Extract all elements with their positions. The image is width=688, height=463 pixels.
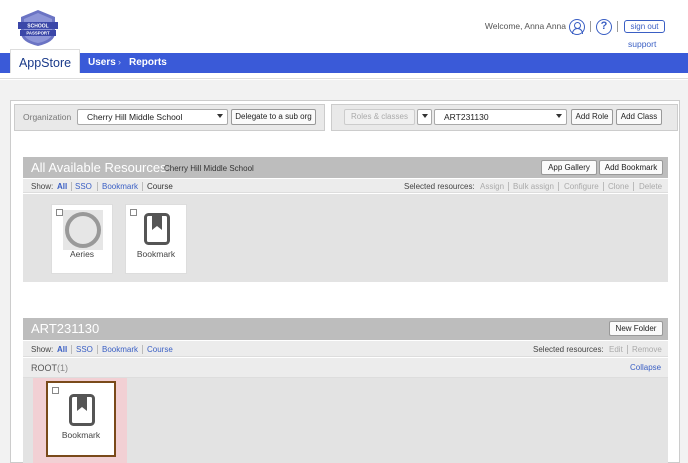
organization-label: Organization	[23, 112, 72, 122]
resource-tile-bookmark[interactable]: Bookmark	[125, 204, 187, 274]
chevron-down-icon	[422, 114, 428, 118]
configure-action[interactable]: Configure	[564, 182, 599, 191]
nav-reports[interactable]: Reports	[129, 57, 167, 68]
welcome-text: Welcome, Anna Anna	[484, 21, 566, 31]
filter-course[interactable]: Course	[147, 345, 173, 354]
logo-text-top: SCHOOL	[27, 24, 48, 30]
filter-divider	[142, 182, 143, 191]
add-class-button[interactable]: Add Class	[616, 109, 662, 125]
root-folder-label: ROOT	[31, 363, 57, 373]
available-resources-org: Cherry Hill Middle School	[164, 164, 254, 173]
delegate-sub-org-button[interactable]: Delegate to a sub org	[231, 109, 316, 125]
filter-divider	[71, 182, 72, 191]
show-label: Show:	[31, 182, 54, 191]
header-separator	[617, 21, 618, 32]
clone-action[interactable]: Clone	[608, 182, 629, 191]
filter-bookmark[interactable]: Bookmark	[102, 345, 138, 354]
show-label: Show:	[31, 345, 54, 354]
available-resources-body	[23, 194, 668, 282]
nav-users[interactable]: Users	[88, 57, 116, 68]
action-divider	[627, 345, 628, 354]
root-folder-count: (1)	[57, 363, 68, 373]
support-link[interactable]: support	[628, 39, 656, 49]
user-profile-icon[interactable]	[569, 19, 585, 35]
tile-checkbox[interactable]	[52, 387, 59, 394]
class-select[interactable]: ART231130	[434, 109, 567, 125]
class-section-header	[23, 318, 668, 340]
available-resources-title: All Available Resources	[31, 160, 167, 175]
filter-bookmark[interactable]: Bookmark	[102, 182, 138, 191]
help-icon[interactable]: ?	[596, 19, 612, 35]
selected-resources-label: Selected resources:	[404, 182, 475, 191]
add-role-button[interactable]: Add Role	[571, 109, 613, 125]
delete-action[interactable]: Delete	[639, 182, 662, 191]
roles-dropdown-toggle[interactable]	[417, 109, 432, 125]
bulk-assign-action[interactable]: Bulk assign	[513, 182, 554, 191]
resource-tile-aeries[interactable]: Aeries	[51, 204, 113, 274]
app-gallery-button[interactable]: App Gallery	[541, 160, 597, 175]
resource-tile-bookmark[interactable]: Bookmark	[46, 381, 116, 457]
filter-sso[interactable]: SSO	[76, 345, 93, 354]
tile-checkbox[interactable]	[130, 209, 137, 216]
chevron-down-icon	[556, 114, 562, 118]
root-folder-bar[interactable]	[23, 358, 668, 378]
tile-label: Aeries	[69, 249, 95, 259]
tile-checkbox[interactable]	[56, 209, 63, 216]
assign-action[interactable]: Assign	[480, 182, 504, 191]
action-divider	[633, 182, 634, 191]
sign-out-button[interactable]: sign out	[624, 20, 665, 33]
remove-action[interactable]: Remove	[632, 345, 662, 354]
filter-course[interactable]: Course	[147, 182, 173, 191]
ring-icon	[63, 210, 103, 250]
edit-action[interactable]: Edit	[609, 345, 623, 354]
add-bookmark-button[interactable]: Add Bookmark	[599, 160, 663, 175]
logo-text-bottom: PASSPORT	[26, 31, 50, 36]
school-passport-logo[interactable]: SCHOOL PASSPORT	[18, 9, 58, 47]
bookmark-icon	[144, 213, 170, 245]
filter-divider	[97, 182, 98, 191]
filter-divider	[71, 345, 72, 354]
class-section-title: ART231130	[31, 321, 100, 336]
filter-all[interactable]: All	[57, 345, 67, 354]
action-divider	[558, 182, 559, 191]
collapse-link[interactable]: Collapse	[630, 363, 661, 372]
organization-select-value: Cherry Hill Middle School	[87, 112, 183, 122]
nav-underline	[0, 73, 688, 79]
tab-appstore[interactable]: AppStore	[10, 49, 80, 75]
selected-resources-label: Selected resources:	[533, 345, 604, 354]
new-folder-button[interactable]: New Folder	[609, 321, 663, 336]
chevron-down-icon	[217, 114, 223, 118]
organization-select[interactable]: Cherry Hill Middle School	[77, 109, 228, 125]
filter-divider	[97, 345, 98, 354]
action-divider	[508, 182, 509, 191]
tile-label: Bookmark	[136, 249, 176, 259]
filter-divider	[142, 345, 143, 354]
filter-sso[interactable]: SSO	[75, 182, 92, 191]
tile-label: Bookmark	[61, 430, 101, 440]
nav-chevron-icon: ›	[118, 57, 121, 67]
filter-all[interactable]: All	[57, 182, 67, 191]
class-select-value: ART231130	[444, 112, 489, 122]
header-separator	[590, 21, 591, 32]
roles-classes-button[interactable]: Roles & classes	[344, 109, 415, 125]
action-divider	[603, 182, 604, 191]
bookmark-icon	[69, 394, 95, 426]
